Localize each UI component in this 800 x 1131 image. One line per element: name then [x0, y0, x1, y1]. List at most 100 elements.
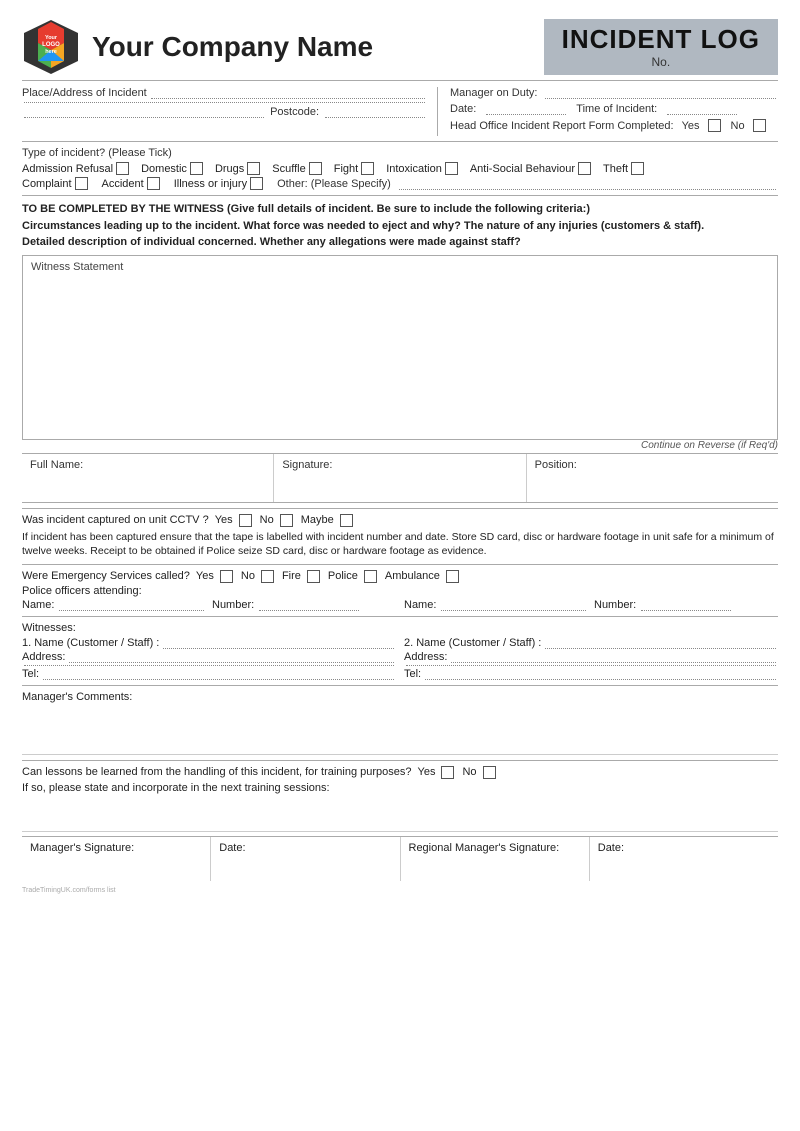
lessons-no-checkbox[interactable] — [483, 766, 496, 779]
postcode-dots — [325, 117, 425, 118]
witness2-name-dots — [545, 648, 776, 649]
lessons-lines[interactable] — [22, 800, 778, 832]
illness-checkbox[interactable] — [250, 177, 263, 190]
incident-type-accident: Accident — [102, 177, 162, 190]
manager-sig-cell: Manager's Signature: — [22, 837, 211, 881]
witness-statement-label: Witness Statement — [31, 261, 123, 273]
drugs-checkbox[interactable] — [247, 162, 260, 175]
emergency-yes-checkbox[interactable] — [220, 570, 233, 583]
drugs-label: Drugs — [215, 163, 244, 175]
incident-type-domestic: Domestic — [141, 162, 205, 175]
witness-statement-box[interactable]: Witness Statement — [22, 255, 778, 440]
section-divider-4 — [22, 564, 778, 565]
witness1-name-label: 1. Name (Customer / Staff) : — [22, 637, 159, 649]
cctv-yes-checkbox[interactable] — [239, 514, 252, 527]
section-divider-7 — [22, 760, 778, 761]
emergency-police-label: Police — [328, 570, 358, 582]
officer2-name-label: Name: — [404, 599, 436, 611]
company-logo: Your LOGO here — [22, 18, 80, 76]
full-name-cell: Full Name: — [22, 454, 274, 502]
scuffle-checkbox[interactable] — [309, 162, 322, 175]
company-name: Your Company Name — [92, 31, 373, 63]
witness2-address-dots — [451, 662, 776, 663]
cctv-section: Was incident captured on unit CCTV ? Yes… — [22, 514, 778, 559]
cctv-maybe-checkbox[interactable] — [340, 514, 353, 527]
manager-date-cell: Date: — [211, 837, 400, 881]
domestic-label: Domestic — [141, 163, 187, 175]
incident-log-header: INCIDENT LOG No. — [544, 19, 778, 76]
no-checkbox[interactable] — [753, 119, 766, 132]
lessons-section: Can lessons be learned from the handling… — [22, 766, 778, 832]
emergency-no-label: No — [241, 570, 255, 582]
time-dots — [667, 114, 737, 115]
regional-sig-label: Regional Manager's Signature: — [409, 842, 560, 854]
cctv-maybe-label: Maybe — [301, 514, 334, 526]
address-dots3 — [24, 117, 264, 118]
yes-label: Yes — [682, 120, 700, 132]
witnesses-label: Witnesses: — [22, 622, 778, 634]
antisocial-label: Anti-Social Behaviour — [470, 163, 575, 175]
manager-dots — [545, 98, 776, 99]
incident-type-admission: Admission Refusal — [22, 162, 131, 175]
accident-checkbox[interactable] — [147, 177, 160, 190]
incident-log-title: INCIDENT LOG — [562, 25, 760, 54]
witness2-address2-dots — [406, 665, 776, 666]
incident-type-scuffle: Scuffle — [272, 162, 323, 175]
witness2-name-label: 2. Name (Customer / Staff) : — [404, 637, 541, 649]
officer1-name-dots — [59, 610, 204, 611]
witness2-address-label: Address: — [404, 651, 447, 663]
lessons-sub-text: If so, please state and incorporate in t… — [22, 782, 778, 794]
incident-type-antisocial: Anti-Social Behaviour — [470, 162, 593, 175]
postcode-label: Postcode: — [270, 106, 319, 118]
theft-checkbox[interactable] — [631, 162, 644, 175]
cctv-yes-label: Yes — [215, 514, 233, 526]
head-office-label: Head Office Incident Report Form Complet… — [450, 120, 674, 132]
domestic-checkbox[interactable] — [190, 162, 203, 175]
lessons-question: Can lessons be learned from the handling… — [22, 766, 412, 778]
cctv-question: Was incident captured on unit CCTV ? — [22, 514, 209, 526]
emergency-no-checkbox[interactable] — [261, 570, 274, 583]
full-name-label: Full Name: — [30, 459, 265, 471]
regional-sig-cell: Regional Manager's Signature: — [401, 837, 590, 881]
witness-instruction-3: Detailed description of individual conce… — [22, 236, 521, 248]
manager-sig-label: Manager's Signature: — [30, 842, 134, 854]
incident-type-intoxication: Intoxication — [386, 162, 460, 175]
witness2-tel-dots — [425, 679, 776, 680]
header-divider — [22, 80, 778, 81]
cctv-no-checkbox[interactable] — [280, 514, 293, 527]
incident-type-illness: Illness or injury — [174, 177, 265, 190]
position-cell: Position: — [527, 454, 778, 502]
position-label: Position: — [535, 459, 770, 471]
admission-label: Admission Refusal — [22, 163, 113, 175]
manager-date-label: Date: — [219, 842, 245, 854]
fight-checkbox[interactable] — [361, 162, 374, 175]
place-dots — [151, 98, 425, 99]
admission-checkbox[interactable] — [116, 162, 129, 175]
svg-text:LOGO: LOGO — [42, 42, 60, 48]
svg-text:here: here — [45, 49, 57, 55]
complaint-checkbox[interactable] — [75, 177, 88, 190]
section-divider-1 — [22, 141, 778, 142]
officer1-number-label: Number: — [212, 599, 254, 611]
theft-label: Theft — [603, 163, 628, 175]
officer2-number-label: Number: — [594, 599, 636, 611]
witness1-address-dots — [69, 662, 394, 663]
manager-comments-label: Manager's Comments: — [22, 691, 778, 703]
police-attending-label: Police officers attending: — [22, 585, 778, 597]
emergency-police-checkbox[interactable] — [364, 570, 377, 583]
manager-comment-box[interactable] — [22, 707, 778, 755]
intoxication-checkbox[interactable] — [445, 162, 458, 175]
section-divider-5 — [22, 616, 778, 617]
emergency-fire-checkbox[interactable] — [307, 570, 320, 583]
witness1-tel-dots — [43, 679, 394, 680]
yes-checkbox[interactable] — [708, 119, 721, 132]
emergency-fire-label: Fire — [282, 570, 301, 582]
lessons-no-label: No — [462, 766, 476, 778]
antisocial-checkbox[interactable] — [578, 162, 591, 175]
lessons-yes-checkbox[interactable] — [441, 766, 454, 779]
officer2-name-dots — [441, 610, 586, 611]
section-divider-6 — [22, 685, 778, 686]
signature-row: Full Name: Signature: Position: — [22, 453, 778, 503]
emergency-ambulance-checkbox[interactable] — [446, 570, 459, 583]
witnesses-section: Witnesses: 1. Name (Customer / Staff) : … — [22, 622, 778, 680]
